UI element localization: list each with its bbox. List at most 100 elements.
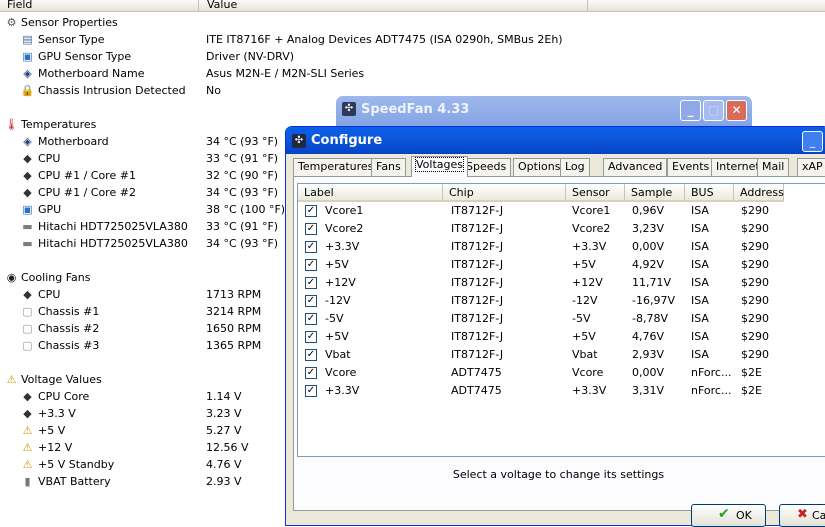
- sensor-value: 1.14 V: [206, 390, 242, 403]
- voltage-row[interactable]: ✓ -5V IT8712F-J -5V -8,78V ISA $290: [298, 310, 825, 328]
- speedfan-app-icon: ✣: [342, 102, 356, 116]
- voltage-row[interactable]: ✓ Vcore1 IT8712F-J Vcore1 0,96V ISA $290: [298, 202, 825, 220]
- tab-temperatures[interactable]: Temperatures: [293, 158, 379, 176]
- tab-label: Events: [672, 160, 710, 173]
- sensor-value: Asus M2N-E / M2N-SLI Series: [206, 67, 365, 80]
- field-column-header[interactable]: Field: [7, 0, 32, 11]
- enable-checkbox[interactable]: ✓: [305, 223, 317, 235]
- cell-address: $290: [741, 258, 769, 271]
- sensor-props-icon: ⚙: [6, 15, 17, 29]
- sensor-value: 1713 RPM: [206, 288, 262, 301]
- minimize-button[interactable]: _: [680, 100, 701, 121]
- tab-options[interactable]: Options: [513, 158, 566, 176]
- maximize-button[interactable]: □: [703, 100, 724, 121]
- enable-checkbox[interactable]: ✓: [305, 295, 317, 307]
- cell-sample: 11,71V: [632, 276, 672, 289]
- column-header-chip[interactable]: Chip: [443, 184, 566, 202]
- enable-checkbox[interactable]: ✓: [305, 349, 317, 361]
- column-header-label[interactable]: Label: [298, 184, 443, 202]
- sensor-value: 34 °C (93 °F): [206, 186, 279, 199]
- cell-sample: 4,92V: [632, 258, 665, 271]
- enable-checkbox[interactable]: ✓: [305, 313, 317, 325]
- chassis-icon: ▢: [22, 304, 33, 318]
- cell-sample: -16,97V: [632, 294, 675, 307]
- sensor-value: 34 °C (93 °F): [206, 135, 279, 148]
- cpu-icon: ◆: [23, 168, 32, 182]
- column-header-sensor[interactable]: Sensor: [566, 184, 625, 202]
- cell-chip: IT8712F-J: [451, 204, 504, 217]
- close-button[interactable]: ✕: [726, 100, 747, 121]
- enable-checkbox[interactable]: ✓: [305, 367, 317, 379]
- enable-checkbox[interactable]: ✓: [305, 277, 317, 289]
- cancel-label: Cancel: [812, 509, 825, 522]
- column-separator: [198, 0, 199, 12]
- gpu-icon: ▣: [22, 202, 33, 216]
- column-header-sample[interactable]: Sample: [625, 184, 685, 202]
- voltage-row[interactable]: ✓ +3.3V IT8712F-J +3.3V 0,00V ISA $290: [298, 238, 825, 256]
- sensor-row[interactable]: ◈ Motherboard Name Asus M2N-E / M2N-SLI Se…: [0, 65, 825, 82]
- sensor-row[interactable]: ▣ GPU Sensor Type Driver (NV-DRV): [0, 48, 825, 65]
- column-header-address[interactable]: Address: [734, 184, 784, 202]
- sensor-row[interactable]: ▤ Sensor Type ITE IT8716F + Analog Devices…: [0, 31, 825, 48]
- value-column-header[interactable]: Value: [207, 0, 237, 11]
- voltage-row[interactable]: ✓ -12V IT8712F-J -12V -16,97V ISA $290: [298, 292, 825, 310]
- tab-log[interactable]: Log: [560, 158, 590, 176]
- cell-sample: 0,96V: [632, 204, 665, 217]
- sensor-field: Chassis #1: [38, 305, 100, 318]
- configure-dialog: ✣ Configure _ Temperatures Fans Voltages Sp…: [285, 126, 825, 527]
- cell-label: -5V: [325, 312, 344, 325]
- cell-sample: 3,23V: [632, 222, 665, 235]
- voltage-list[interactable]: Label Chip Sensor Sample BUS Address ✓ Vcore1 IT…: [297, 183, 825, 457]
- voltage-row[interactable]: ✓ +5V IT8712F-J +5V 4,76V ISA $290: [298, 328, 825, 346]
- ok-button[interactable]: ✔ OK: [691, 504, 766, 527]
- cell-label: +3.3V: [325, 384, 360, 397]
- cell-label: +3.3V: [325, 240, 360, 253]
- cpu-icon: ◆: [23, 151, 32, 165]
- cell-address: $290: [741, 204, 769, 217]
- tab-xap[interactable]: xAP: [797, 158, 825, 176]
- cell-bus: nForc...: [691, 384, 732, 397]
- cell-sensor: +12V: [572, 276, 603, 289]
- tab-label: Speeds: [466, 160, 507, 173]
- voltage-row[interactable]: ✓ +3.3V ADT7475 +3.3V 3,31V nForc... $2E: [298, 382, 825, 400]
- enable-checkbox[interactable]: ✓: [305, 331, 317, 343]
- cell-bus: ISA: [691, 294, 709, 307]
- sensor-field: Chassis #2: [38, 322, 100, 335]
- enable-checkbox[interactable]: ✓: [305, 259, 317, 271]
- sensor-field: Sensor Properties: [21, 16, 118, 29]
- cell-chip: ADT7475: [451, 366, 502, 379]
- cell-address: $290: [741, 276, 769, 289]
- sensor-value: 32 °C (90 °F): [206, 169, 279, 182]
- status-hint: Select a voltage to change its settings: [452, 468, 665, 481]
- minimize-button[interactable]: _: [802, 131, 823, 152]
- column-header-bus[interactable]: BUS: [685, 184, 734, 202]
- voltage-row[interactable]: ✓ Vcore ADT7475 Vcore 0,00V nForc... $2E: [298, 364, 825, 382]
- cancel-button[interactable]: ✖ Cancel: [779, 504, 825, 527]
- voltage-row[interactable]: ✓ Vbat IT8712F-J Vbat 2,93V ISA $290: [298, 346, 825, 364]
- enable-checkbox[interactable]: ✓: [305, 385, 317, 397]
- tab-speeds[interactable]: Speeds: [461, 158, 512, 176]
- cell-chip: IT8712F-J: [451, 222, 504, 235]
- sensor-field: CPU #1 / Core #1: [38, 169, 136, 182]
- cell-bus: ISA: [691, 240, 709, 253]
- tab-advanced[interactable]: Advanced: [603, 158, 668, 176]
- cell-bus: ISA: [691, 348, 709, 361]
- cpu-icon: ◆: [23, 287, 32, 301]
- sensor-value: 12.56 V: [206, 441, 249, 454]
- tab-events[interactable]: Events: [667, 158, 715, 176]
- sensor-value: 33 °C (91 °F): [206, 152, 279, 165]
- sensor-field: +3.3 V: [38, 407, 76, 420]
- voltage-icon: ⚠: [22, 457, 33, 471]
- voltage-row[interactable]: ✓ Vcore2 IT8712F-J Vcore2 3,23V ISA $290: [298, 220, 825, 238]
- sensor-group-header[interactable]: ⚙ Sensor Properties: [0, 14, 825, 31]
- sensor-value: 4.76 V: [206, 458, 242, 471]
- enable-checkbox[interactable]: ✓: [305, 241, 317, 253]
- tab-mail[interactable]: Mail: [757, 158, 790, 176]
- tab-fans[interactable]: Fans: [371, 158, 406, 176]
- voltage-row[interactable]: ✓ +12V IT8712F-J +12V 11,71V ISA $290: [298, 274, 825, 292]
- cell-sensor: +5V: [572, 258, 596, 271]
- enable-checkbox[interactable]: ✓: [305, 205, 317, 217]
- tab-voltages[interactable]: Voltages: [411, 156, 468, 177]
- voltage-row[interactable]: ✓ +5V IT8712F-J +5V 4,92V ISA $290: [298, 256, 825, 274]
- cell-sensor: -5V: [572, 312, 591, 325]
